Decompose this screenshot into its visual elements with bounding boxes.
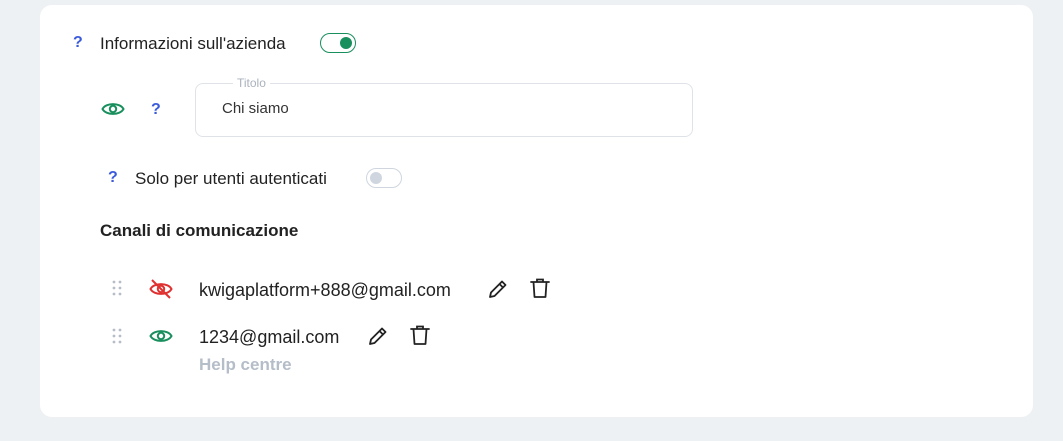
eye-icon[interactable] <box>101 100 125 118</box>
drag-handle-icon[interactable] <box>112 280 122 296</box>
channels-title: Canali di comunicazione <box>100 221 299 240</box>
title-field[interactable]: Titolo <box>195 76 693 137</box>
drag-handle-icon[interactable] <box>112 328 122 344</box>
channel-subtitle: Help centre <box>199 355 292 374</box>
title-input[interactable] <box>222 100 662 117</box>
edit-icon[interactable] <box>367 325 389 347</box>
help-icon[interactable]: ? <box>108 169 118 187</box>
edit-icon[interactable] <box>487 278 509 300</box>
trash-icon[interactable] <box>529 277 551 299</box>
eye-icon[interactable] <box>149 327 173 345</box>
company-info-label: Informazioni sull'azienda <box>100 34 286 53</box>
settings-card: ? Informazioni sull'azienda ? Titolo ? S… <box>40 5 1033 417</box>
toggle-knob <box>340 37 352 49</box>
channel-email: 1234@gmail.com <box>199 327 340 347</box>
auth-only-label: Solo per utenti autenticati <box>135 169 327 188</box>
trash-icon[interactable] <box>409 324 431 346</box>
company-info-toggle[interactable] <box>320 33 356 53</box>
auth-only-toggle[interactable] <box>366 168 402 188</box>
eye-off-icon[interactable] <box>149 278 173 300</box>
title-field-legend: Titolo <box>233 76 270 90</box>
help-icon[interactable]: ? <box>151 101 161 119</box>
toggle-knob <box>370 172 382 184</box>
help-icon[interactable]: ? <box>73 34 83 52</box>
channel-email: kwigaplatform+888@gmail.com <box>199 280 451 300</box>
